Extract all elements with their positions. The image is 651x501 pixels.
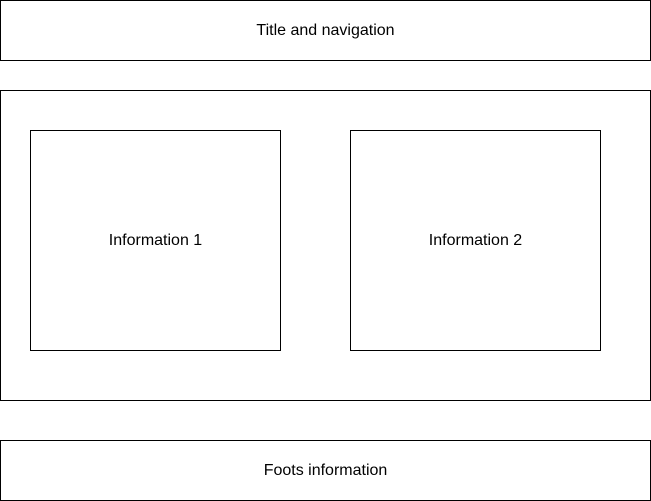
header-label: Title and navigation	[256, 21, 395, 39]
information-1-box: Information 1	[30, 130, 281, 351]
footer-label: Foots information	[263, 461, 388, 479]
information-2-label: Information 2	[428, 231, 523, 249]
information-1-label: Information 1	[108, 231, 203, 249]
footer-box: Foots information	[0, 440, 651, 501]
information-2-box: Information 2	[350, 130, 601, 351]
header-box: Title and navigation	[0, 0, 651, 61]
